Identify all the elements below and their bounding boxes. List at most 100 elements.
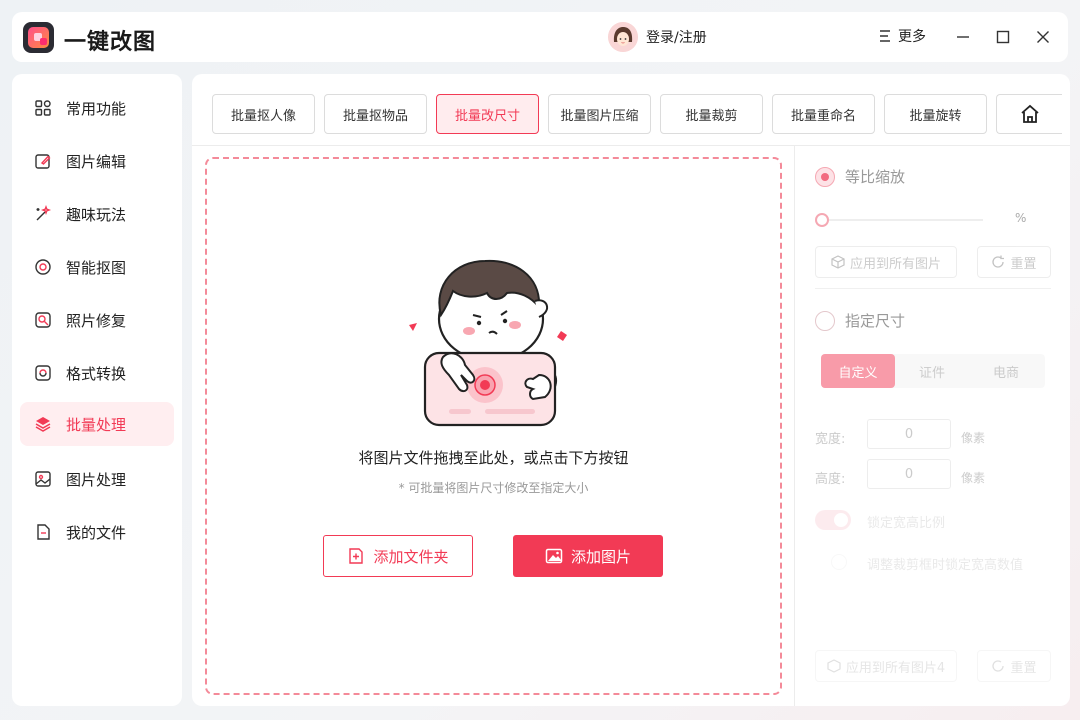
layers-icon [34,415,52,433]
refresh-icon [991,659,1005,673]
close-icon [1037,31,1049,43]
proportional-scale-radio [815,166,835,187]
menu-icon [880,30,890,42]
slider-thumb[interactable] [815,213,829,227]
minimize-button[interactable] [952,26,974,48]
boy-with-tablet-illustration [409,259,567,427]
sidebar-item-image-edit[interactable]: 图片编辑 [20,139,174,183]
sidebar-item-batch[interactable]: 批量处理 [20,402,174,446]
cube-icon [827,659,841,673]
segment-custom[interactable]: 自定义 [821,354,895,388]
sidebar-item-label: 批量处理 [66,415,127,434]
sidebar-item-my-files[interactable]: 我的文件 [20,510,174,554]
width-unit: 像素 [961,431,986,445]
tab-batch-compress[interactable]: 批量图片压缩 [548,94,651,134]
add-folder-icon [347,547,365,565]
sidebar-item-smart-cutout[interactable]: 智能抠图 [20,245,174,289]
image-icon [545,547,563,565]
bottom-apply-to-all-button[interactable]: 应用到所有图片4 [815,650,957,682]
segment-ecommerce[interactable]: 电商 [969,354,1043,388]
refresh-icon [991,255,1005,269]
crop-lock-checkbox[interactable] [831,554,847,570]
scale-slider[interactable] [815,210,985,230]
file-icon [34,523,52,541]
add-image-label: 添加图片 [570,547,631,566]
image-icon [34,470,52,488]
more-label: 更多 [898,29,926,45]
resize-settings-panel: 等比缩放 % 应用到所有图片 重置 指定尺寸 自定义 证件 电商 宽度: 0 像… [794,146,1070,706]
width-label: 宽度: [815,432,846,447]
target-icon [34,258,52,276]
drop-hint: * 可批量将图片尺寸修改至指定大小 [398,481,589,495]
height-label: 高度: [815,472,846,487]
bottom-reset-label: 重置 [1010,660,1037,676]
add-folder-label: 添加文件夹 [373,547,449,566]
apply-to-all-button[interactable]: 应用到所有图片 [815,246,957,278]
proportional-scale-option[interactable]: 等比缩放 [815,166,905,187]
fixed-size-radio [815,310,835,331]
close-button[interactable] [1032,26,1054,48]
sidebar-item-image-process[interactable]: 图片处理 [20,457,174,501]
sidebar-item-label: 趣味玩法 [66,205,127,224]
tab-bar: 批量抠人像 批量抠物品 批量改尺寸 批量图片压缩 批量裁剪 批量重命名 批量旋转 [192,74,1070,146]
sidebar-item-label: 常用功能 [66,99,127,118]
grid-icon [34,99,52,117]
tab-batch-rotate[interactable]: 批量旋转 [884,94,987,134]
sidebar-item-photo-repair[interactable]: 照片修复 [20,298,174,342]
tab-batch-resize[interactable]: 批量改尺寸 [436,94,539,134]
home-button[interactable] [996,94,1062,134]
add-image-button[interactable]: 添加图片 [513,535,663,577]
convert-icon [34,364,52,382]
tab-batch-crop[interactable]: 批量裁剪 [660,94,763,134]
sidebar-item-label: 格式转换 [66,364,127,383]
tab-batch-portrait-cutout[interactable]: 批量抠人像 [212,94,315,134]
sidebar-item-label: 图片处理 [66,470,127,489]
proportional-scale-label: 等比缩放 [845,168,906,186]
maximize-button[interactable] [992,26,1014,48]
apply-to-all-label: 应用到所有图片 [849,256,941,272]
sidebar-item-format-convert[interactable]: 格式转换 [20,351,174,395]
bottom-reset-button[interactable]: 重置 [977,650,1051,682]
login-label: 登录/注册 [646,30,707,46]
app-logo-icon [23,22,54,53]
reset-button[interactable]: 重置 [977,246,1051,278]
avatar [608,22,638,52]
edit-icon [34,152,52,170]
login-button[interactable]: 登录/注册 [608,22,707,52]
lock-ratio-toggle[interactable] [815,510,851,530]
magic-wand-icon [34,205,52,223]
cube-icon [831,255,845,269]
crop-lock-label: 调整裁剪框时锁定宽高数值 [867,558,1024,573]
bottom-apply-to-all-label: 应用到所有图片4 [845,660,946,676]
tab-batch-rename[interactable]: 批量重命名 [772,94,875,134]
sidebar-item-label: 智能抠图 [66,258,127,277]
photo-repair-icon [34,311,52,329]
home-icon [1020,104,1039,123]
height-input[interactable] [867,459,951,489]
maximize-icon [996,30,1010,44]
height-unit: 像素 [961,471,986,485]
sidebar: 常用功能 图片编辑 趣味玩法 智能抠图 照片修复 格式转换 批量处理 图片处理 … [12,74,182,706]
sidebar-item-fun[interactable]: 趣味玩法 [20,192,174,236]
width-input[interactable] [867,419,951,449]
fixed-size-label: 指定尺寸 [845,312,906,330]
fixed-size-option[interactable]: 指定尺寸 [815,310,905,331]
add-folder-button[interactable]: 添加文件夹 [323,535,473,577]
more-button[interactable]: 更多 [878,26,926,46]
drop-instruction: 将图片文件拖拽至此处，或点击下方按钮 [358,449,629,467]
sidebar-item-label: 我的文件 [66,523,127,542]
segment-id-photo[interactable]: 证件 [895,354,969,388]
percent-unit: % [1015,211,1027,225]
main-panel: 批量抠人像 批量抠物品 批量改尺寸 批量图片压缩 批量裁剪 批量重命名 批量旋转 [192,74,1070,706]
minimize-icon [957,36,969,38]
drop-zone[interactable]: 将图片文件拖拽至此处，或点击下方按钮 * 可批量将图片尺寸修改至指定大小 添加文… [205,157,782,695]
sidebar-item-common[interactable]: 常用功能 [20,86,174,130]
app-title: 一键改图 [64,30,157,55]
tab-batch-object-cutout[interactable]: 批量抠物品 [324,94,427,134]
title-bar: 一键改图 登录/注册 更多 [12,12,1068,62]
lock-ratio-label: 锁定宽高比例 [867,516,946,531]
sidebar-item-label: 图片编辑 [66,152,127,171]
reset-label: 重置 [1010,256,1037,272]
sidebar-item-label: 照片修复 [66,311,127,330]
size-preset-segment: 自定义 证件 电商 [821,354,1045,388]
